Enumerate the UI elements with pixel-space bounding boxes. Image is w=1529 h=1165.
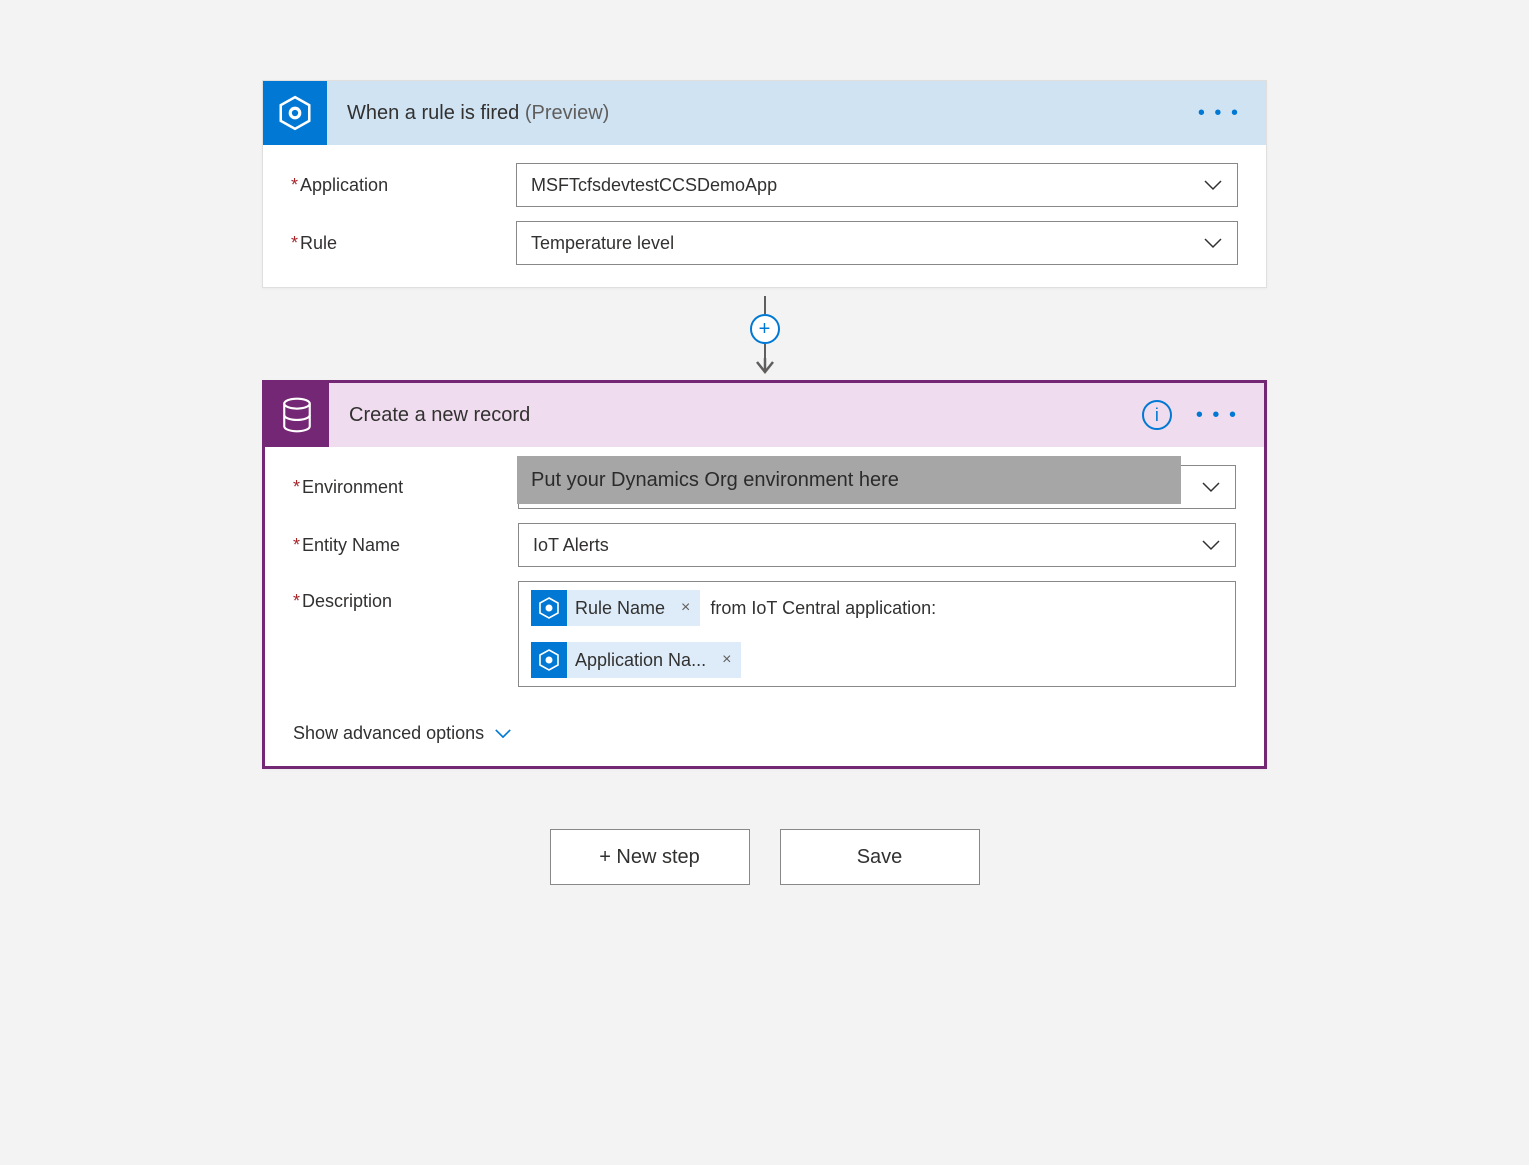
environment-select[interactable]: Put your Dynamics Org environment here bbox=[518, 465, 1236, 509]
token-remove[interactable]: × bbox=[671, 599, 700, 617]
application-label: *Application bbox=[291, 175, 516, 196]
action-menu-button[interactable]: • • • bbox=[1190, 398, 1244, 433]
description-inline-text: from IoT Central application: bbox=[710, 590, 936, 626]
chevron-down-icon bbox=[1187, 481, 1235, 493]
description-label: *Description bbox=[293, 581, 518, 612]
iot-central-icon bbox=[531, 642, 567, 678]
chevron-down-icon bbox=[494, 723, 512, 744]
entity-name-label: *Entity Name bbox=[293, 535, 518, 556]
trigger-header[interactable]: When a rule is fired (Preview) • • • bbox=[263, 81, 1266, 145]
trigger-card: When a rule is fired (Preview) • • • *Ap… bbox=[262, 80, 1267, 288]
chevron-down-icon bbox=[1203, 237, 1223, 249]
environment-label: *Environment bbox=[293, 477, 518, 498]
description-input[interactable]: Rule Name × from IoT Central application… bbox=[518, 581, 1236, 687]
insert-step-button[interactable]: + bbox=[750, 314, 780, 344]
step-connector: + bbox=[262, 296, 1267, 376]
iot-central-icon bbox=[531, 590, 567, 626]
trigger-menu-button[interactable]: • • • bbox=[1192, 96, 1246, 131]
token-remove[interactable]: × bbox=[712, 651, 741, 669]
rule-label: *Rule bbox=[291, 233, 516, 254]
chevron-down-icon bbox=[1201, 539, 1221, 551]
database-icon bbox=[265, 383, 329, 447]
save-button[interactable]: Save bbox=[780, 829, 980, 885]
entity-name-select[interactable]: IoT Alerts bbox=[518, 523, 1236, 567]
application-select[interactable]: MSFTcfsdevtestCCSDemoApp bbox=[516, 163, 1238, 207]
action-title: Create a new record bbox=[349, 404, 530, 427]
arrow-down-icon bbox=[753, 358, 777, 376]
rule-select[interactable]: Temperature level bbox=[516, 221, 1238, 265]
environment-placeholder: Put your Dynamics Org environment here bbox=[517, 456, 1181, 504]
action-card: Create a new record i • • • *Environment… bbox=[262, 380, 1267, 769]
new-step-button[interactable]: + New step bbox=[550, 829, 750, 885]
info-button[interactable]: i bbox=[1142, 400, 1172, 430]
show-advanced-options[interactable]: Show advanced options bbox=[293, 723, 512, 744]
action-header[interactable]: Create a new record i • • • bbox=[265, 383, 1264, 447]
chevron-down-icon bbox=[1203, 179, 1223, 191]
token-rule-name[interactable]: Rule Name × bbox=[531, 590, 700, 626]
token-application-name[interactable]: Application Na... × bbox=[531, 642, 741, 678]
iot-central-icon bbox=[263, 81, 327, 145]
trigger-title: When a rule is fired (Preview) bbox=[347, 102, 609, 125]
